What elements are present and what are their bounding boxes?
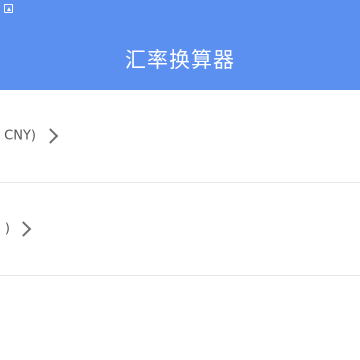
list-item-base-currency[interactable]: CNY): [0, 90, 360, 183]
list-item-label: CNY): [4, 128, 36, 144]
currency-list: CNY) ): [0, 90, 360, 276]
chevron-right-icon: [42, 128, 59, 144]
notification-icon: [4, 4, 13, 13]
list-item-label: ): [4, 221, 10, 237]
page-title: 汇率换算器: [125, 48, 235, 72]
app-header: 汇率换算器: [0, 0, 360, 90]
app-screen: 汇率换算器 CNY) ): [0, 0, 360, 360]
chevron-right-icon: [15, 221, 32, 237]
list-item-target-currency[interactable]: ): [0, 183, 360, 276]
